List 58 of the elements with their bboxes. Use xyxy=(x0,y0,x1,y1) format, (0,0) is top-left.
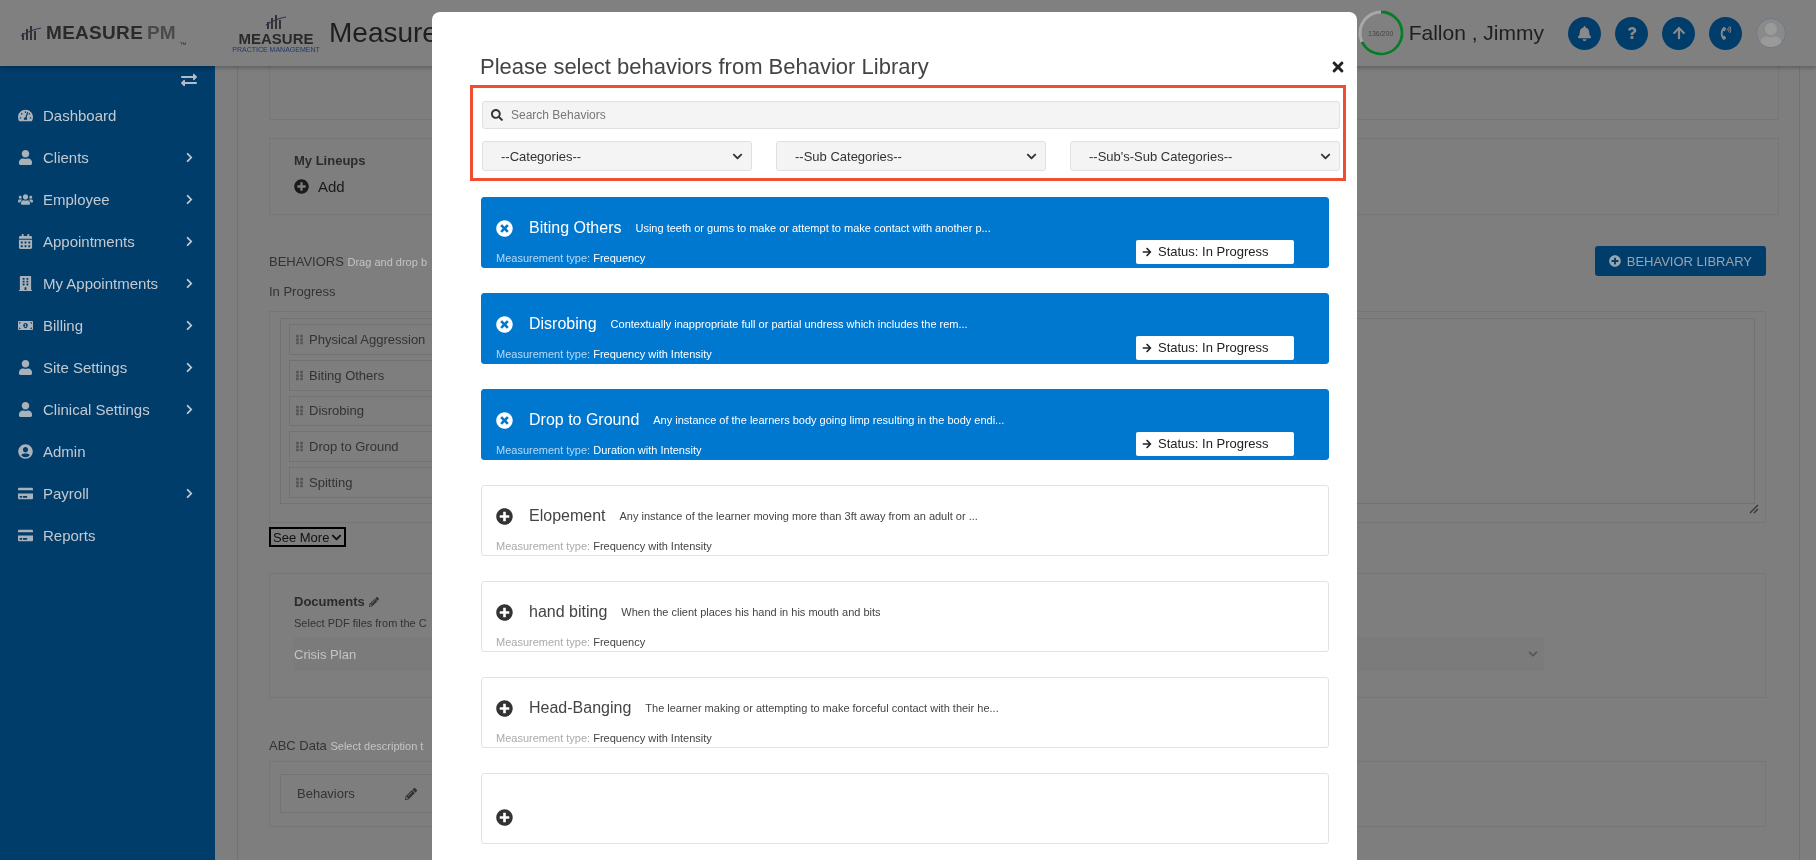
sidebar-item[interactable]: Admin xyxy=(0,430,215,472)
behavior-card[interactable]: Drop to Ground Any instance of the learners body going limp resulting in the body endi... Measurement type: Duration with Intensity Status: In Progress xyxy=(481,389,1329,460)
section-label: ABC Data Select description t xyxy=(269,738,424,753)
sidebar-item[interactable]: Payroll xyxy=(0,472,215,514)
status-button[interactable]: Status: In Progress xyxy=(1136,335,1294,360)
documents-hint: Select PDF files from the C xyxy=(294,617,428,629)
user-name: Fallon , Jimmy xyxy=(1408,21,1544,45)
sidebar-item[interactable]: Dashboard xyxy=(0,94,215,136)
behavior-description: Any instance of the learner moving more than 3ft away from an adult or ... xyxy=(619,510,978,523)
measurement-type: Measurement type: Frequency with Intensity xyxy=(496,347,713,360)
behavior-card[interactable]: Elopement Any instance of the learner moving more than 3ft away from an adult or ... Measurement type: Frequency with Intensity xyxy=(481,485,1329,556)
sidebar-item[interactable]: Site Settings xyxy=(0,346,215,388)
search-input[interactable]: Search Behaviors xyxy=(509,107,1339,123)
logo-text: MEASURE xyxy=(46,22,144,44)
behavior-title: Disrobing xyxy=(529,315,597,334)
sidebar-item[interactable]: Employee xyxy=(0,178,215,220)
measurement-type: Measurement type: Duration with Intensity xyxy=(496,443,703,456)
sidebar-item[interactable]: Billing xyxy=(0,304,215,346)
behavior-description: The learner making or attempting to make forceful contact with their he... xyxy=(645,702,999,715)
abc-label: Behaviors xyxy=(297,786,356,801)
logo-text: MEASURE xyxy=(238,31,314,46)
section-title: My Lineups xyxy=(294,153,366,168)
behavior-title: hand biting xyxy=(529,603,608,622)
measurement-type: Measurement type: Frequency xyxy=(496,251,647,264)
behavior-title: Head-Banging xyxy=(529,699,632,718)
status-button[interactable]: Status: In Progress xyxy=(1136,431,1294,456)
app-title: Measure xyxy=(329,17,438,49)
filter-select[interactable]: --Categories-- xyxy=(482,141,752,171)
behavior-title: Drop to Ground xyxy=(529,411,640,430)
sidebar-item[interactable]: Appointments xyxy=(0,220,215,262)
behavior-title: Elopement xyxy=(529,507,606,526)
filter-select[interactable]: --Sub Categories-- xyxy=(776,141,1046,171)
behavior-card[interactable]: Disrobing Contextually inappropriate full or partial undress which includes the rem... Measurement type: Frequency with Intensity Status: In Progress xyxy=(481,293,1329,364)
behavior-description: Using teeth or gums to make or attempt to make contact with another p... xyxy=(635,222,991,235)
dialog-title: Please select behaviors from Behavior Library xyxy=(480,54,929,80)
filter-select[interactable]: --Sub's-Sub Categories-- xyxy=(1070,141,1340,171)
section-title: Documents xyxy=(294,594,365,609)
behavior-description: Any instance of the learners body going limp resulting in the body endi... xyxy=(653,414,1005,427)
sidebar-item[interactable]: My Appointments xyxy=(0,262,215,304)
behavior-description: When the client places his hand in his mouth and bits xyxy=(621,606,881,619)
sidebar-item[interactable]: Clients xyxy=(0,136,215,178)
behavior-library-button[interactable]: BEHAVIOR LIBRARY xyxy=(1594,246,1766,276)
behavior-card[interactable]: Biting Others Using teeth or gums to make or attempt to make contact with another p... Measurement type: Frequency Status: In Progress xyxy=(481,197,1329,268)
status-button[interactable]: Status: In Progress xyxy=(1136,239,1294,264)
behavior-title: Biting Others xyxy=(529,219,622,238)
measurement-type: Measurement type: Frequency xyxy=(496,635,647,648)
search-bar[interactable]: Search Behaviors xyxy=(482,101,1340,129)
measurement-type: Measurement type: Frequency with Intensity xyxy=(496,731,713,744)
group-label: In Progress xyxy=(269,284,337,299)
see-more-button[interactable]: See More xyxy=(269,527,347,547)
behavior-card[interactable]: hand biting When the client places his hand in his mouth and bits Measurement type: Frequency xyxy=(481,581,1329,652)
sidebar-item[interactable]: Reports xyxy=(0,514,215,556)
behavior-card[interactable]: Head-Banging The learner making or attempting to make forceful contact with their he... Measurement type: Frequency with Intensity xyxy=(481,677,1329,748)
measurement-type: Measurement type: Frequency with Intensity xyxy=(496,539,713,552)
section-label: BEHAVIORS Drag and drop b xyxy=(269,253,427,269)
behavior-description: Contextually inappropriate full or partial undress which includes the rem... xyxy=(610,318,968,331)
sidebar-item[interactable]: Clinical Settings xyxy=(0,388,215,430)
add-link[interactable]: Add xyxy=(318,178,345,195)
